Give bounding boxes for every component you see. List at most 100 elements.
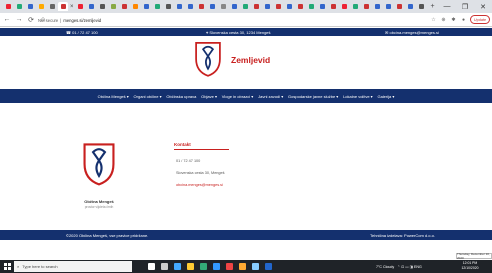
nav-gospodarske-sluzbe[interactable]: Gospodarske javne službe ▾ (286, 94, 341, 99)
taskbar-app-icon[interactable] (174, 263, 181, 270)
back-icon[interactable]: ← (2, 15, 12, 25)
browser-tab[interactable] (218, 2, 229, 11)
address-bar[interactable]: Not secure | menges.si/zemljevid (38, 16, 101, 24)
browser-tab[interactable] (240, 2, 251, 11)
browser-tab[interactable] (97, 2, 108, 11)
browser-tab[interactable] (3, 2, 13, 11)
new-tab-button[interactable]: + (431, 3, 435, 10)
browser-tab[interactable] (108, 2, 119, 11)
tab-favicon-icon (353, 4, 359, 9)
taskbar-app-icon[interactable] (161, 263, 168, 270)
browser-tab[interactable] (207, 2, 218, 11)
browser-tab[interactable] (295, 2, 306, 11)
browser-tab[interactable] (25, 2, 35, 11)
star-icon[interactable]: ☆ (430, 16, 437, 23)
nav-obcinska-uprava[interactable]: Občinska uprava (164, 94, 199, 99)
tab-favicon-icon (188, 4, 194, 9)
coat-of-arms-large-icon (83, 143, 115, 186)
browser-tab[interactable] (405, 2, 416, 11)
taskbar-app-icon[interactable] (265, 263, 272, 270)
site-footer: ©2020 Občina Mengeš, vse pravice pridrža… (0, 230, 492, 240)
browser-tab[interactable] (163, 2, 174, 11)
browser-tab[interactable] (174, 2, 185, 11)
tab-favicon-icon (177, 4, 183, 9)
taskbar-app-icon[interactable] (187, 263, 194, 270)
browser-tab[interactable] (229, 2, 240, 11)
browser-tab[interactable] (273, 2, 284, 11)
browser-tab[interactable] (383, 2, 394, 11)
browser-tab[interactable] (284, 2, 295, 11)
coat-of-arms-logo[interactable] (194, 40, 222, 78)
nav-galerija[interactable]: Galerija ▾ (375, 94, 397, 99)
taskbar-app-icon[interactable] (148, 263, 155, 270)
browser-tab[interactable] (416, 2, 427, 11)
windows-start-icon[interactable] (4, 263, 11, 270)
browser-tab[interactable] (14, 2, 24, 11)
contact-heading: Kontakt (174, 142, 191, 147)
taskbar-app-icon[interactable] (200, 263, 207, 270)
browser-tab[interactable] (130, 2, 141, 11)
browser-tab[interactable] (361, 2, 372, 11)
search-icon: ⌕ (17, 264, 20, 269)
taskbar-clock[interactable]: 12:01 PM 12/10/2020 (455, 261, 485, 271)
org-name: Občina Mengeš (84, 199, 114, 204)
search-placeholder: Type here to search (22, 264, 58, 269)
browser-tab[interactable] (262, 2, 273, 11)
nav-lokalne-volitve[interactable]: Lokalne volitve ▾ (341, 94, 375, 99)
taskbar-search-input[interactable]: ⌕ Type here to search (14, 261, 132, 272)
forward-icon[interactable]: → (14, 15, 24, 25)
browser-tab[interactable] (196, 2, 207, 11)
tab-favicon-icon (27, 4, 33, 9)
weather-widget[interactable]: 7°C Cloudy (376, 265, 394, 269)
browser-tab[interactable] (339, 2, 350, 11)
profile-icon[interactable]: ● (460, 16, 467, 23)
top-info-bar: ☎ 01 / 72 47 100 ⌖ Slovenska cesta 30, 1… (0, 28, 492, 36)
footer-credit[interactable]: Tehnična izdelava: PowerCom d.o.o. (370, 233, 435, 238)
nav-objave[interactable]: Objave ▾ (199, 94, 220, 99)
tray-icons[interactable]: ⌃ ⊡ ▭ ◨ ENG (397, 265, 422, 269)
tab-favicon-icon (60, 4, 66, 9)
browser-tab[interactable] (185, 2, 196, 11)
browser-tab[interactable] (306, 2, 317, 11)
browser-tab[interactable] (75, 2, 86, 11)
browser-tab[interactable] (350, 2, 361, 11)
nav-vloge-in-obrazci[interactable]: Vloge in obrazci ▾ (219, 94, 255, 99)
close-window-button[interactable]: ✕ (474, 0, 492, 13)
browser-tab[interactable] (394, 2, 405, 11)
browser-tab[interactable] (251, 2, 262, 11)
taskbar-app-icon[interactable] (226, 263, 233, 270)
contact-email-link[interactable]: obcina.menges@menges.si (176, 183, 223, 187)
taskbar-app-icon[interactable] (239, 263, 246, 270)
browser-tab[interactable] (328, 2, 339, 11)
main-navigation: Občina Mengeš ▾ Organi občine ▾ Občinska… (0, 89, 492, 103)
date-tooltip: Thursday, December 10, 2020 (456, 252, 492, 260)
browser-tab[interactable] (58, 2, 68, 11)
taskbar-app-icon[interactable] (252, 263, 259, 270)
tab-favicon-icon (298, 4, 304, 9)
browser-tab[interactable] (86, 2, 97, 11)
nav-organi-obcine[interactable]: Organi občine ▾ (131, 94, 164, 99)
minimize-button[interactable]: — (438, 0, 456, 13)
browser-tab[interactable] (152, 2, 163, 11)
browser-tab[interactable] (141, 2, 152, 11)
tab-favicon-icon (5, 4, 11, 9)
update-button[interactable]: Update (470, 15, 490, 24)
taskbar-app-icon[interactable] (213, 263, 220, 270)
browser-tab[interactable] (47, 2, 57, 11)
tab-favicon-icon (111, 4, 117, 9)
tab-favicon-icon (309, 4, 315, 9)
browser-tab[interactable] (317, 2, 328, 11)
contact-phone: 01 / 72 47 100 (176, 159, 201, 163)
browser-tab[interactable] (119, 2, 130, 11)
extension-icon[interactable]: ⊕ (440, 16, 447, 23)
nav-javni-zavodi[interactable]: Javni zavodi ▾ (256, 94, 286, 99)
email-topbar[interactable]: ✉ obcina.menges@menges.si (385, 30, 439, 35)
tab-favicon-icon (232, 4, 238, 9)
nav-obcina-menges[interactable]: Občina Mengeš ▾ (95, 94, 131, 99)
puzzle-icon[interactable]: ✱ (450, 16, 457, 23)
close-tab-icon[interactable]: × (70, 4, 74, 10)
maximize-button[interactable]: ❐ (456, 0, 474, 13)
browser-tab[interactable] (36, 2, 46, 11)
reload-icon[interactable]: ⟳ (26, 15, 36, 25)
browser-tab[interactable] (372, 2, 383, 11)
